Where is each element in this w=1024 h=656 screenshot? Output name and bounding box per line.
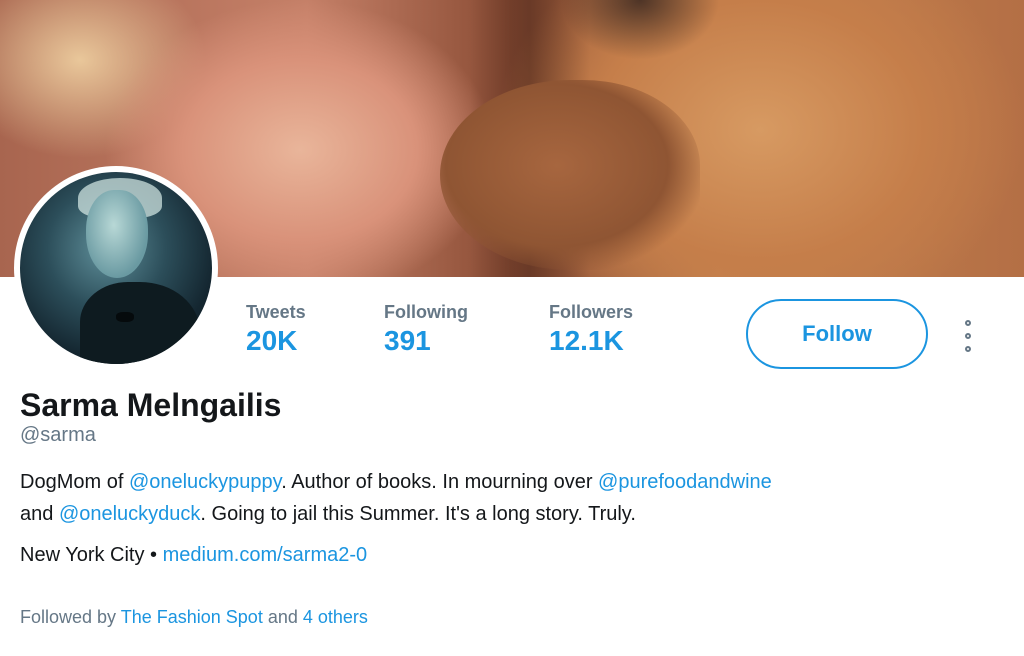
more-dot: [965, 346, 971, 352]
stat-value: 12.1K: [549, 325, 624, 356]
followed-by-prefix: Followed by: [20, 607, 121, 627]
separator-dot: •: [144, 544, 163, 566]
followed-by: Followed by The Fashion Spot and 4 other…: [20, 607, 368, 628]
avatar[interactable]: [20, 172, 212, 364]
bio-text: and: [20, 503, 59, 525]
stat-following[interactable]: Following 391: [384, 302, 468, 357]
banner-dark-area: [560, 0, 720, 60]
stat-label: Tweets: [246, 302, 306, 322]
mention-link[interactable]: @oneluckyduck: [59, 503, 200, 525]
more-vertical-icon[interactable]: [958, 320, 978, 352]
location-text: New York City: [20, 544, 145, 566]
bio-text: . Author of books. In mourning over: [281, 471, 599, 493]
banner-dog-snout: [440, 80, 700, 270]
stat-label: Followers: [549, 302, 634, 322]
stat-value: 391: [384, 325, 431, 356]
followed-by-others-link[interactable]: 4 others: [303, 607, 368, 627]
website-link[interactable]: medium.com/sarma2-0: [163, 544, 368, 566]
more-dot: [965, 320, 971, 326]
bio-text: DogMom of: [20, 471, 129, 493]
stat-label: Following: [384, 302, 468, 322]
stat-value: 20K: [246, 325, 298, 356]
profile-name: Sarma Melngailis: [20, 387, 282, 423]
mention-link[interactable]: @purefoodandwine: [598, 471, 772, 493]
profile-location-row: New York City • medium.com/sarma2-0: [20, 544, 367, 567]
more-dot: [965, 333, 971, 339]
avatar-tattoo: [116, 312, 134, 322]
avatar-face: [86, 190, 148, 278]
follow-button[interactable]: Follow: [746, 299, 928, 369]
stat-followers[interactable]: Followers 12.1K: [549, 302, 633, 357]
avatar-shoulder: [80, 282, 200, 364]
profile-bio: DogMom of @oneluckypuppy. Author of book…: [20, 466, 990, 530]
followed-by-middle: and: [262, 607, 303, 627]
mention-link[interactable]: @oneluckypuppy: [129, 471, 281, 493]
profile-handle: @sarma: [20, 424, 96, 446]
bio-text: . Going to jail this Summer. It's a long…: [200, 503, 636, 525]
followed-by-account-link[interactable]: The Fashion Spot: [121, 607, 263, 627]
stat-tweets[interactable]: Tweets 20K: [246, 302, 306, 357]
